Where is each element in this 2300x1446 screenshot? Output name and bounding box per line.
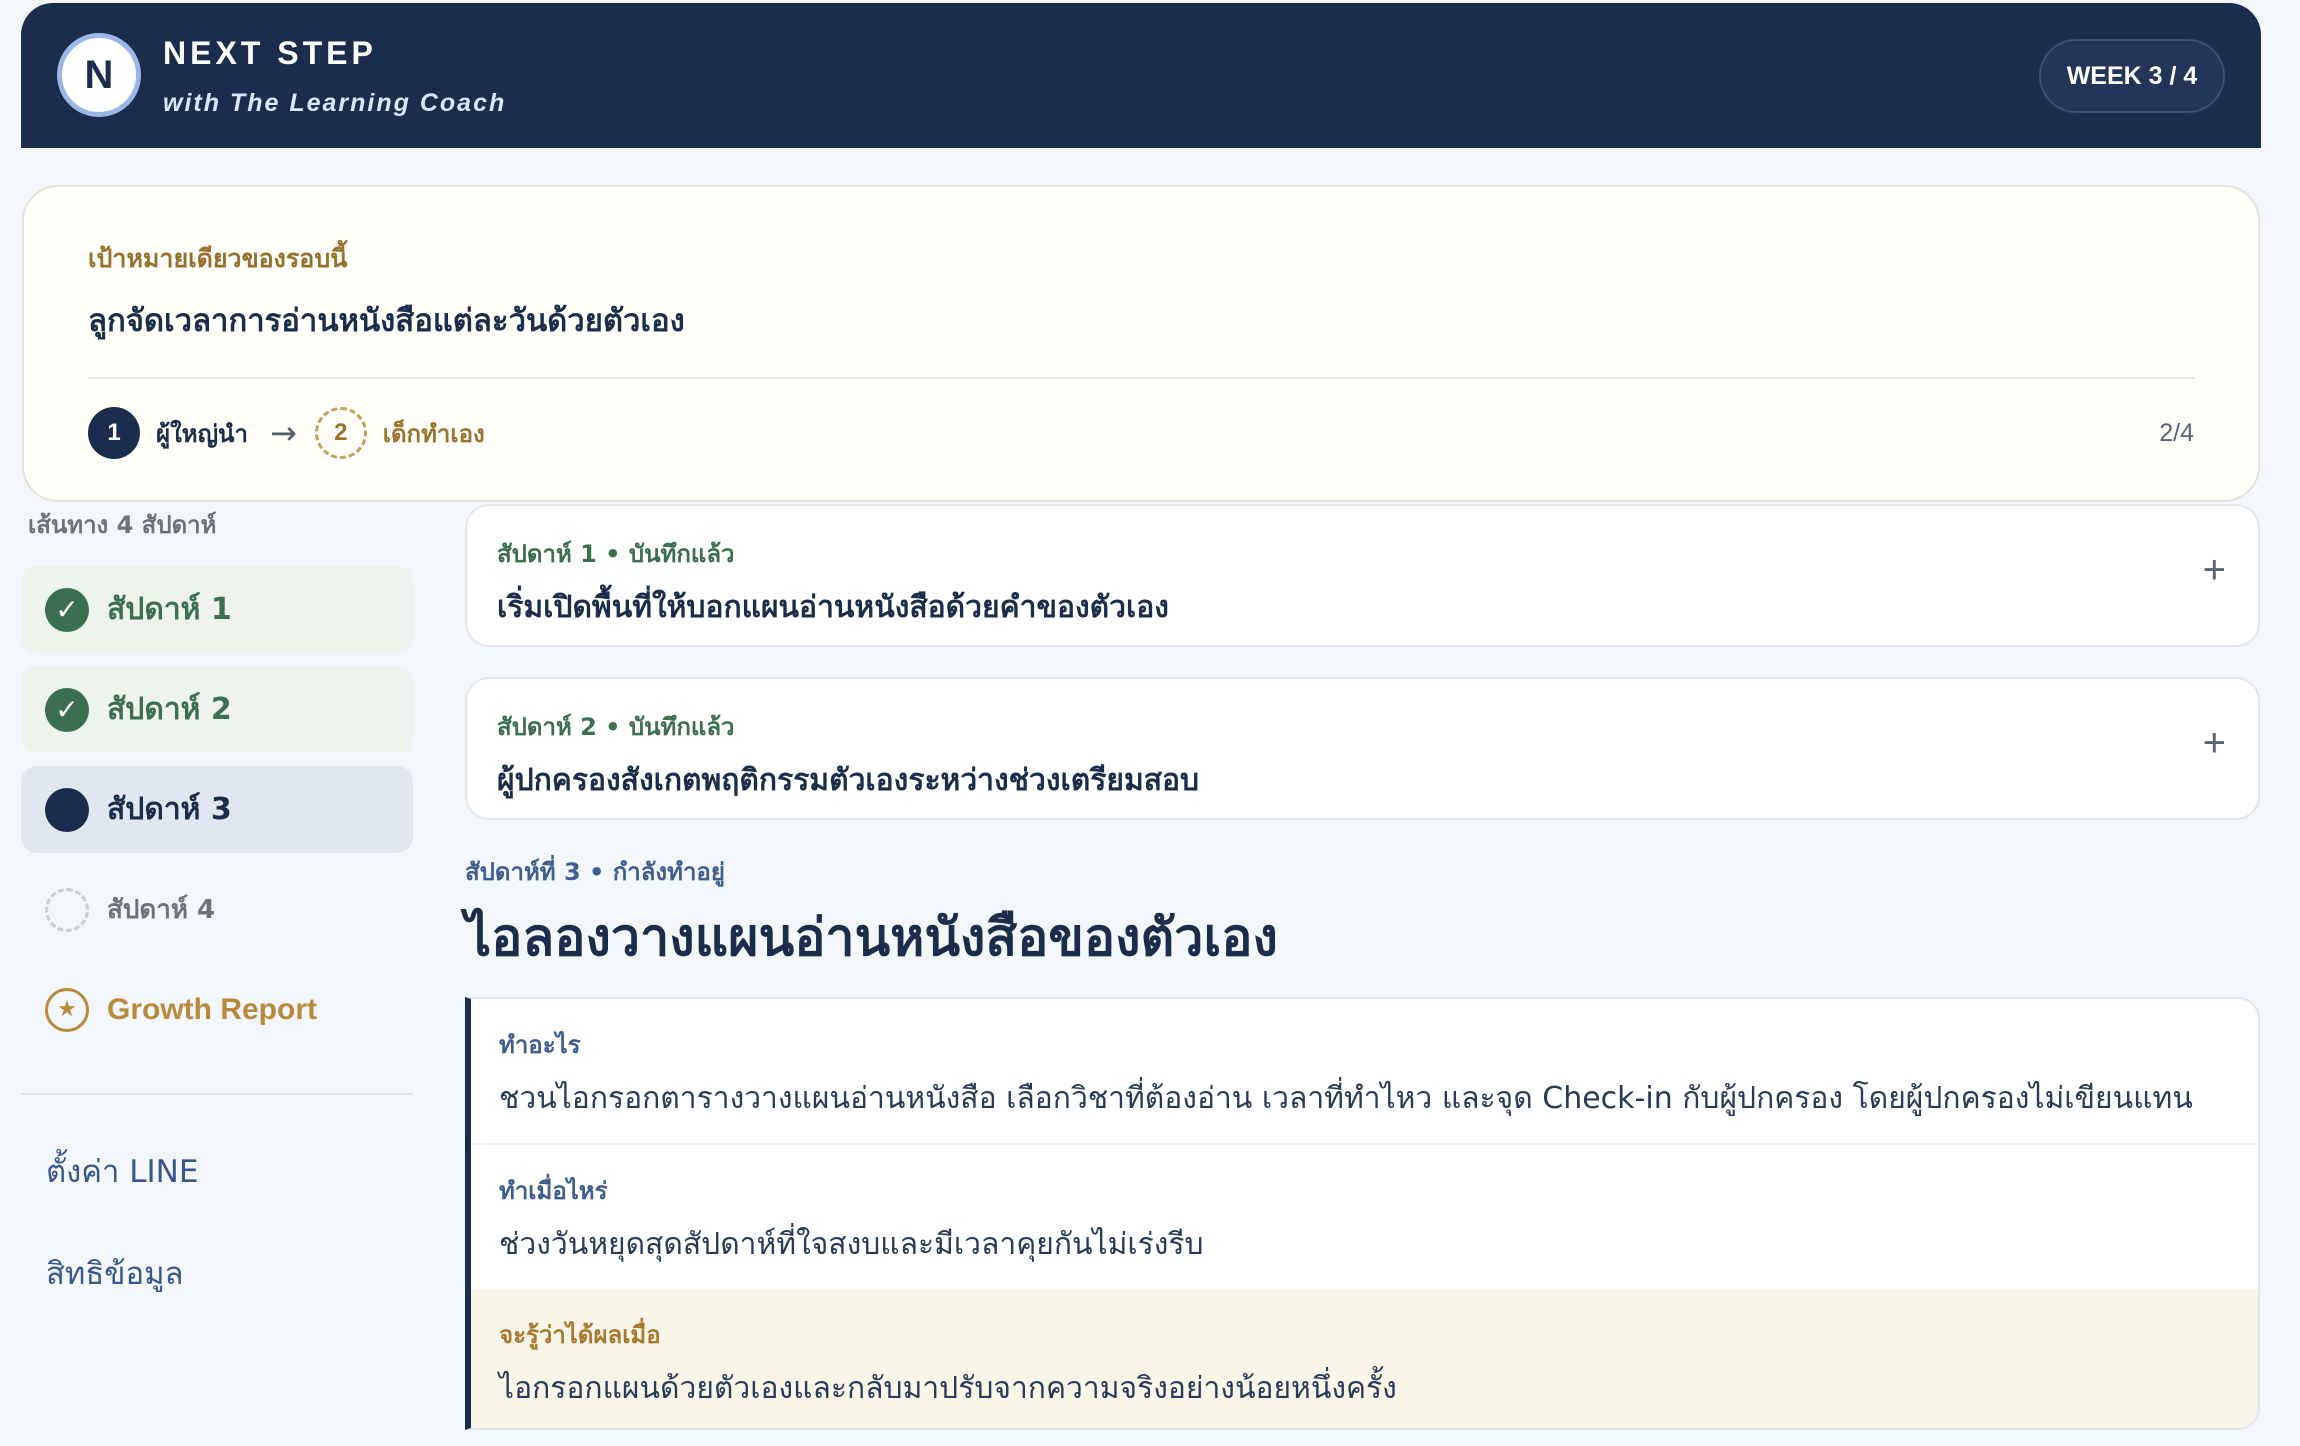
step-2-indicator: 2 <box>314 407 367 459</box>
sidebar-item-week-2[interactable]: ✓ สัปดาห์ 2 <box>21 666 413 753</box>
goal-steps: 1 ผู้ใหญ่นำ → 2 เด็กทำเอง <box>88 406 485 460</box>
sidebar-item-label: สัปดาห์ 3 <box>107 792 232 827</box>
step-1-indicator: 1 <box>88 407 140 459</box>
sidebar-title: เส้นทาง 4 สัปดาห์ <box>28 511 217 539</box>
week-badge: WEEK 3 / 4 <box>2039 39 2225 113</box>
detail-text: ไอกรอกแผนด้วยตัวเองและกลับมาปรับจากความจ… <box>499 1371 1397 1406</box>
detail-what: ทำอะไร ชวนไอกรอกตารางวางแผนอ่านหนังสือ เ… <box>471 999 2258 1145</box>
detail-text: ชวนไอกรอกตารางวางแผนอ่านหนังสือ เลือกวิช… <box>499 1081 2193 1116</box>
app-header: N NEXT STEP with The Learning Coach WEEK… <box>21 3 2261 148</box>
sidebar-item-week-1[interactable]: ✓ สัปดาห์ 1 <box>21 566 413 653</box>
check-icon: ✓ <box>45 587 89 632</box>
sidebar-item-growth-report[interactable]: ★ Growth Report <box>21 966 413 1053</box>
record-title: เริ่มเปิดพื้นที่ให้บอกแผนอ่านหนังสือด้วย… <box>497 590 1169 625</box>
goal-text: ลูกจัดเวลาการอ่านหนังสือแต่ละวันด้วยตัวเ… <box>88 303 685 339</box>
current-week-details: ทำอะไร ชวนไอกรอกตารางวางแผนอ่านหนังสือ เ… <box>465 997 2260 1430</box>
filled-circle-icon <box>45 787 89 832</box>
app-subtitle: with The Learning Coach <box>163 89 507 117</box>
sidebar-item-week-3[interactable]: สัปดาห์ 3 <box>21 766 413 853</box>
goal-card: เป้าหมายเดียวของรอบนี้ ลูกจัดเวลาการอ่าน… <box>22 185 2260 502</box>
star-icon: ★ <box>45 987 89 1032</box>
sidebar-divider <box>21 1093 413 1095</box>
sidebar-item-label: Growth Report <box>107 992 317 1026</box>
detail-label: ทำอะไร <box>499 1031 581 1059</box>
week-1-record-card[interactable]: สัปดาห์ 1 • บันทึกแล้ว เริ่มเปิดพื้นที่ใ… <box>465 504 2260 647</box>
goal-divider <box>88 377 2194 379</box>
sidebar-item-label: สัปดาห์ 2 <box>107 692 232 727</box>
sidebar-item-label: สัปดาห์ 1 <box>107 592 232 627</box>
week-2-record-card[interactable]: สัปดาห์ 2 • บันทึกแล้ว ผู้ปกครองสังเกตพฤ… <box>465 677 2260 820</box>
dashed-circle-icon <box>45 887 89 932</box>
arrow-right-icon: → <box>269 414 297 452</box>
logo: N <box>57 33 141 117</box>
expand-icon[interactable]: + <box>2203 548 2226 593</box>
expand-icon[interactable]: + <box>2203 721 2226 766</box>
record-title: ผู้ปกครองสังเกตพฤติกรรมตัวเองระหว่างช่วง… <box>497 763 1200 798</box>
detail-label: จะรู้ว่าได้ผลเมื่อ <box>499 1321 661 1349</box>
current-week-title: ไอลองวางแผนอ่านหนังสือของตัวเอง <box>465 908 1278 968</box>
current-week-meta: สัปดาห์ที่ 3 • กำลังทำอยู่ <box>465 858 725 886</box>
detail-label: ทำเมื่อไหร่ <box>499 1177 608 1205</box>
check-icon: ✓ <box>45 687 89 732</box>
step-2-label: เด็กทำเอง <box>382 419 485 448</box>
sidebar-item-week-4[interactable]: สัปดาห์ 4 <box>21 866 413 953</box>
goal-progress: 2/4 <box>2159 419 2194 447</box>
app-title: NEXT STEP <box>163 35 377 71</box>
goal-label: เป้าหมายเดียวของรอบนี้ <box>88 244 348 273</box>
detail-text: ช่วงวันหยุดสุดสัปดาห์ที่ใจสงบและมีเวลาคุ… <box>499 1227 1204 1262</box>
record-meta: สัปดาห์ 1 • บันทึกแล้ว <box>497 540 735 568</box>
detail-when: ทำเมื่อไหร่ ช่วงวันหยุดสุดสัปดาห์ที่ใจสง… <box>471 1145 2258 1289</box>
step-1-label: ผู้ใหญ่นำ <box>156 419 248 448</box>
line-settings-link[interactable]: ตั้งค่า LINE <box>46 1146 198 1196</box>
data-rights-link[interactable]: สิทธิข้อมูล <box>46 1248 184 1298</box>
sidebar-item-label: สัปดาห์ 4 <box>107 895 216 925</box>
record-meta: สัปดาห์ 2 • บันทึกแล้ว <box>497 713 735 741</box>
detail-success: จะรู้ว่าได้ผลเมื่อ ไอกรอกแผนด้วยตัวเองแล… <box>471 1289 2258 1428</box>
